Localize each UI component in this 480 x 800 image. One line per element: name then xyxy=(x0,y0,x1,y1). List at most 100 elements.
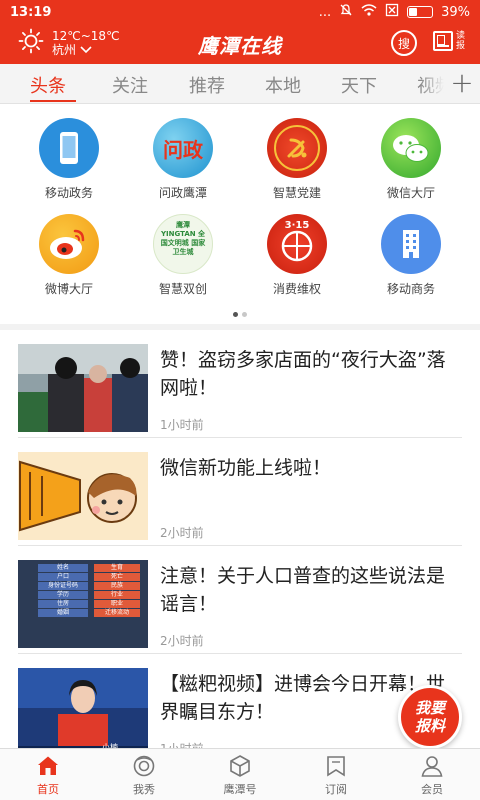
thumb-card: 行业 xyxy=(94,591,140,599)
service-label: 微博大厅 xyxy=(44,282,93,296)
news-thumbnail: 小楠 xyxy=(18,668,148,748)
user-icon xyxy=(420,754,444,778)
news-time: 1小时前 xyxy=(160,418,204,432)
service-wenzheng[interactable]: 问政 问政鹰潭 xyxy=(123,118,243,201)
thumb-card: 迁移流动 xyxy=(94,609,140,617)
app-header: 12℃~18℃ 杭州 鹰潭在线 搜 读报 xyxy=(0,24,480,64)
mobile-gov-icon xyxy=(39,118,99,178)
news-item[interactable]: 赞！盗窃多家店面的“夜行大盗”落网啦！ 1小时前 xyxy=(18,330,462,438)
news-item[interactable]: 小楠 【糍粑视频】进博会今日开幕！世界瞩目东方！ 1小时前 xyxy=(18,654,462,748)
notification-dots: ... xyxy=(318,4,332,20)
news-list: 赞！盗窃多家店面的“夜行大盗”落网啦！ 1小时前 微信新功能上线啦！ 2小时前 … xyxy=(0,330,480,748)
news-thumbnail: 姓名 户口 身份证号码 学历 住房 婚姻 生育 死亡 民族 行业 职业 迁移流动 xyxy=(18,560,148,648)
tab-follow[interactable]: 关注 xyxy=(112,72,148,98)
status-bar: 13:19 ... 39% xyxy=(0,0,480,24)
newspaper-reader-button[interactable]: 读报 xyxy=(433,31,466,51)
news-time: 2小时前 xyxy=(160,526,204,540)
tab-headlines[interactable]: 头条 xyxy=(30,72,66,98)
channel-tabs: 头条 关注 推荐 本地 天下 视频 + xyxy=(0,64,480,104)
fab-line-1: 我要 xyxy=(414,699,445,717)
party-building-icon xyxy=(267,118,327,178)
news-time: 2小时前 xyxy=(160,634,204,648)
battery-icon xyxy=(407,6,434,18)
service-weibo[interactable]: 微博大厅 xyxy=(9,214,129,297)
nav-label: 会员 xyxy=(421,783,443,796)
battery-percent: 39% xyxy=(441,4,470,20)
consumer-icon-text: 3·15 xyxy=(284,220,310,231)
nav-show[interactable]: 我秀 xyxy=(96,749,192,800)
mute-icon xyxy=(339,3,353,21)
wechat-icon xyxy=(381,118,441,178)
grid-pager xyxy=(0,312,480,317)
reader-label: 读报 xyxy=(456,31,466,51)
status-time: 13:19 xyxy=(10,4,52,20)
tab-world[interactable]: 天下 xyxy=(341,72,377,98)
search-button[interactable]: 搜 xyxy=(391,30,417,56)
add-channel-button[interactable]: + xyxy=(444,64,480,103)
tabs-fade xyxy=(420,64,444,103)
news-item[interactable]: 微信新功能上线啦！ 2小时前 xyxy=(18,438,462,546)
tab-recommend[interactable]: 推荐 xyxy=(189,72,225,98)
cube-icon xyxy=(228,754,252,778)
news-time: 1小时前 xyxy=(160,740,204,748)
camera-icon xyxy=(132,754,156,778)
news-item[interactable]: 姓名 户口 身份证号码 学历 住房 婚姻 生育 死亡 民族 行业 职业 迁移流动… xyxy=(18,546,462,654)
nav-label: 订阅 xyxy=(325,783,347,796)
pager-dot-2[interactable] xyxy=(242,312,247,317)
active-tab-indicator xyxy=(30,100,76,102)
fab-line-2: 报料 xyxy=(414,717,445,735)
nav-home[interactable]: 首页 xyxy=(0,749,96,800)
thumb-card: 住房 xyxy=(38,600,88,608)
thumb-card: 生育 xyxy=(94,564,140,572)
pager-dot-1[interactable] xyxy=(233,312,238,317)
service-label: 问政鹰潭 xyxy=(158,186,207,200)
thumb-card: 民族 xyxy=(94,582,140,590)
service-label: 智慧党建 xyxy=(272,186,321,200)
thumb-card: 学历 xyxy=(38,591,88,599)
nav-yingtan-account[interactable]: 鹰潭号 xyxy=(192,749,288,800)
service-grid: 移动政务 问政 问政鹰潭 智慧党建 微信大厅 微博大厅 鹰潭 YINGTAN 全… xyxy=(0,104,480,324)
thumb-card: 婚姻 xyxy=(38,609,88,617)
wifi-icon xyxy=(361,3,377,21)
news-title: 赞！盗窃多家店面的“夜行大盗”落网啦！ xyxy=(160,349,446,399)
wenzheng-icon: 问政 xyxy=(153,118,213,178)
submit-tip-button[interactable]: 我要 报料 xyxy=(398,685,462,749)
home-icon xyxy=(36,754,60,778)
smart-create-icon: 鹰潭 YINGTAN 全国文明城 国家卫生城 xyxy=(153,214,213,274)
nav-label: 首页 xyxy=(37,783,59,796)
news-title: 注意！关于人口普查的这些说法是谣言！ xyxy=(160,565,446,615)
service-label: 消费维权 xyxy=(272,282,321,296)
thumb-card: 职业 xyxy=(94,600,140,608)
mobile-business-icon xyxy=(381,214,441,274)
newspaper-icon xyxy=(433,31,453,51)
nav-subscribe[interactable]: 订阅 xyxy=(288,749,384,800)
thumb-card: 死亡 xyxy=(94,573,140,581)
service-mobile-gov[interactable]: 移动政务 xyxy=(9,118,129,201)
thumb-card: 身份证号码 xyxy=(38,582,88,590)
news-thumbnail xyxy=(18,344,148,432)
thumb-card: 户口 xyxy=(38,573,88,581)
news-title: 微信新功能上线啦！ xyxy=(160,457,332,479)
weibo-icon xyxy=(39,214,99,274)
wenzheng-icon-text: 问政 xyxy=(163,138,203,162)
nav-label: 鹰潭号 xyxy=(223,783,257,796)
service-party[interactable]: 智慧党建 xyxy=(237,118,357,201)
service-label: 移动商务 xyxy=(386,282,435,296)
nav-member[interactable]: 会员 xyxy=(384,749,480,800)
sim-icon xyxy=(385,3,399,21)
tab-local[interactable]: 本地 xyxy=(265,72,301,98)
service-wechat[interactable]: 微信大厅 xyxy=(351,118,471,201)
service-label: 移动政务 xyxy=(44,186,93,200)
service-consumer[interactable]: 3·15 消费维权 xyxy=(237,214,357,297)
service-business[interactable]: 移动商务 xyxy=(351,214,471,297)
battery-fill xyxy=(409,8,418,16)
thumb-card: 姓名 xyxy=(38,564,88,572)
service-label: 智慧双创 xyxy=(158,282,207,296)
bookmark-icon xyxy=(324,754,348,778)
service-label: 微信大厅 xyxy=(386,186,435,200)
news-thumbnail xyxy=(18,452,148,540)
service-smart-create[interactable]: 鹰潭 YINGTAN 全国文明城 国家卫生城 智慧双创 xyxy=(123,214,243,297)
nav-label: 我秀 xyxy=(133,783,155,796)
consumer-rights-icon: 3·15 xyxy=(267,214,327,274)
bottom-nav: 首页 我秀 鹰潭号 订阅 会员 xyxy=(0,748,480,800)
